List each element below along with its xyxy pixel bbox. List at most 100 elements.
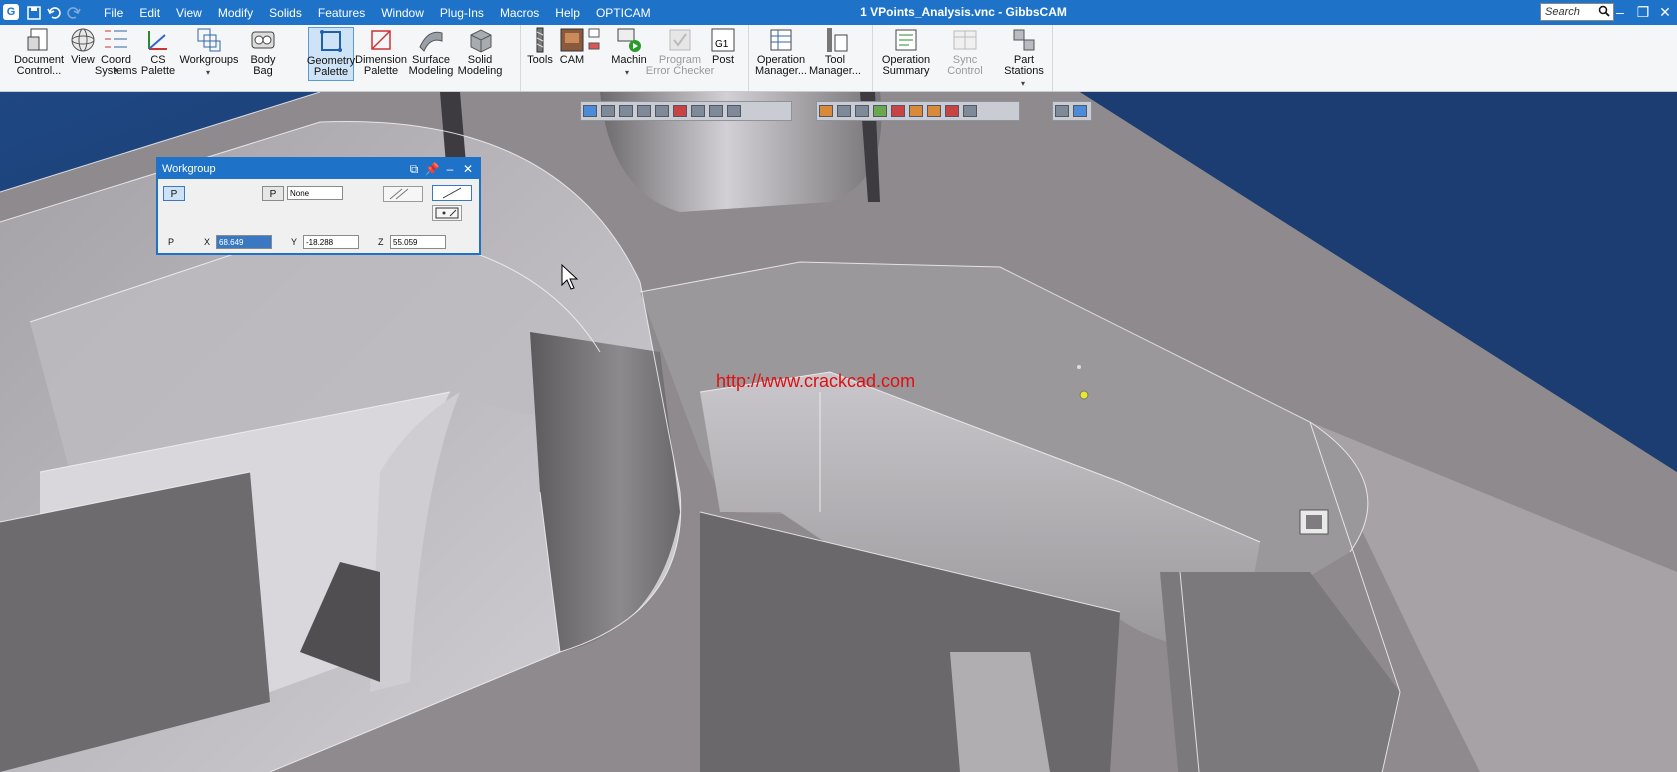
- color-icon[interactable]: [927, 105, 941, 117]
- view-rotate-icon[interactable]: [727, 105, 741, 117]
- undo-icon[interactable]: [44, 3, 64, 22]
- point-mode-button[interactable]: P: [163, 186, 185, 201]
- windows-icon[interactable]: ⧉: [406, 159, 422, 179]
- sync-control-label: Sync Control: [947, 54, 983, 77]
- vertex-point[interactable]: [1077, 365, 1081, 369]
- cam-icon: [560, 28, 584, 52]
- pin-icon[interactable]: 📌: [424, 159, 440, 179]
- search-input[interactable]: Search: [1540, 3, 1614, 21]
- view-button[interactable]: View: [66, 27, 100, 66]
- zoom-fit-icon[interactable]: [1055, 105, 1069, 117]
- surface-modeling-button[interactable]: Surface Modeling: [408, 27, 454, 77]
- datum-marker-icon[interactable]: [1299, 509, 1329, 535]
- body-bag-icon: [251, 31, 275, 49]
- section-icon[interactable]: [891, 105, 905, 117]
- x-coordinate-input[interactable]: [216, 235, 272, 249]
- workgroups-button[interactable]: Workgroups ▾: [179, 27, 239, 77]
- document-control-button[interactable]: Document Control...: [14, 27, 64, 77]
- cam-button[interactable]: CAM: [556, 27, 588, 66]
- workgroup-p-button[interactable]: P: [262, 186, 284, 201]
- menu-opticam[interactable]: OPTICAM: [588, 6, 659, 20]
- solid-shaded-icon[interactable]: [873, 105, 887, 117]
- view-bottom-icon[interactable]: [691, 105, 705, 117]
- post-g1-icon: G1: [711, 28, 735, 52]
- dimension-palette-button[interactable]: Dimension Palette: [355, 27, 407, 77]
- surface-modeling-label2: Modeling: [408, 65, 454, 77]
- workgroup-field[interactable]: [287, 186, 343, 200]
- view-right-icon[interactable]: [637, 105, 651, 117]
- workgroup-dialog-header[interactable]: Workgroup ⧉ 📌 – ✕: [158, 159, 479, 179]
- selected-point-marker[interactable]: [1079, 390, 1089, 400]
- layers-icon[interactable]: [963, 105, 977, 117]
- menu-features[interactable]: Features: [310, 6, 373, 20]
- menu-modify[interactable]: Modify: [210, 6, 261, 20]
- search-placeholder: Search: [1545, 6, 1580, 18]
- cs-palette-axes-icon: [148, 31, 167, 50]
- program-error-checker-label2: Error Checker: [645, 65, 715, 77]
- menu-help[interactable]: Help: [547, 6, 588, 20]
- zoom-help-toolbar[interactable]: [1052, 101, 1092, 121]
- help-icon[interactable]: [1073, 105, 1087, 117]
- part-stations-button[interactable]: Part Stations ▾: [994, 27, 1054, 88]
- close-icon[interactable]: ✕: [1650, 2, 1677, 22]
- cam-chat-icon: [588, 28, 600, 50]
- view-iso-icon[interactable]: [583, 105, 597, 117]
- tool-manager-label2: Manager...: [809, 65, 861, 77]
- hidden-line-icon[interactable]: [855, 105, 869, 117]
- operation-manager-label2: Manager...: [755, 65, 807, 77]
- workgroup-dialog[interactable]: Workgroup ⧉ 📌 – ✕ P P P X Y Z: [156, 157, 481, 255]
- workgroups-label: Workgroups: [179, 54, 239, 66]
- tool-manager-icon: [827, 28, 848, 52]
- geometry-palette-label2: Palette: [313, 66, 349, 78]
- part-stations-label: Part Stations: [1004, 54, 1044, 77]
- sync-control-button[interactable]: Sync Control: [934, 27, 996, 77]
- menu-macros[interactable]: Macros: [492, 6, 547, 20]
- cs-palette-button[interactable]: CS Palette: [134, 27, 182, 77]
- view-back-icon[interactable]: [655, 105, 669, 117]
- document-icon: [27, 28, 48, 51]
- render-mode-toolbar[interactable]: [816, 101, 1020, 121]
- view-left-icon[interactable]: [673, 105, 687, 117]
- checkmark-icon: [669, 29, 691, 51]
- menu-file[interactable]: File: [96, 6, 131, 20]
- post-button[interactable]: G1 Post: [706, 27, 740, 66]
- minimize-icon[interactable]: –: [442, 159, 458, 179]
- operation-manager-button[interactable]: Operation Manager...: [755, 27, 807, 77]
- material-icon[interactable]: [909, 105, 923, 117]
- geometry-palette-icon: [320, 30, 342, 52]
- view-custom-icon[interactable]: [709, 105, 723, 117]
- cam-extras-button[interactable]: [588, 27, 600, 55]
- tools-button[interactable]: Tools: [524, 27, 556, 66]
- view-front-icon[interactable]: [619, 105, 633, 117]
- menu-solids[interactable]: Solids: [261, 6, 310, 20]
- redo-icon[interactable]: [64, 3, 84, 22]
- view-top-icon[interactable]: [601, 105, 615, 117]
- pie-icon[interactable]: [945, 105, 959, 117]
- body-bag-button[interactable]: Body Bag: [240, 27, 286, 77]
- y-coordinate-input[interactable]: [303, 235, 359, 249]
- operation-summary-icon: [895, 29, 917, 51]
- menu-window[interactable]: Window: [373, 6, 432, 20]
- coord-systems-button[interactable]: Coord Systems ▾: [95, 27, 137, 77]
- z-coordinate-input[interactable]: [390, 235, 446, 249]
- solid-modeling-label2: Modeling: [457, 65, 503, 77]
- point-snap-button[interactable]: [432, 205, 462, 221]
- menu-edit[interactable]: Edit: [131, 6, 168, 20]
- menu-plugins[interactable]: Plug-Ins: [432, 6, 492, 20]
- parallel-lines-button[interactable]: [383, 186, 423, 202]
- geometry-palette-button[interactable]: Geometry Palette: [307, 27, 355, 81]
- gibbscam-logo-icon[interactable]: G: [3, 4, 19, 20]
- tool-manager-button[interactable]: Tool Manager...: [808, 27, 862, 77]
- view-orientation-toolbar[interactable]: [580, 101, 792, 121]
- menu-view[interactable]: View: [168, 6, 210, 20]
- close-icon[interactable]: ✕: [460, 159, 476, 179]
- wireframe-icon[interactable]: [837, 105, 851, 117]
- coord-systems-icon: [105, 30, 127, 48]
- single-line-button[interactable]: [432, 185, 472, 201]
- machining-run-icon: [617, 28, 641, 52]
- x-label: X: [204, 237, 211, 247]
- save-icon[interactable]: [24, 3, 44, 22]
- shaded-icon[interactable]: [819, 105, 833, 117]
- solid-modeling-button[interactable]: Solid Modeling: [456, 27, 504, 77]
- operation-summary-button[interactable]: Operation Summary: [880, 27, 932, 77]
